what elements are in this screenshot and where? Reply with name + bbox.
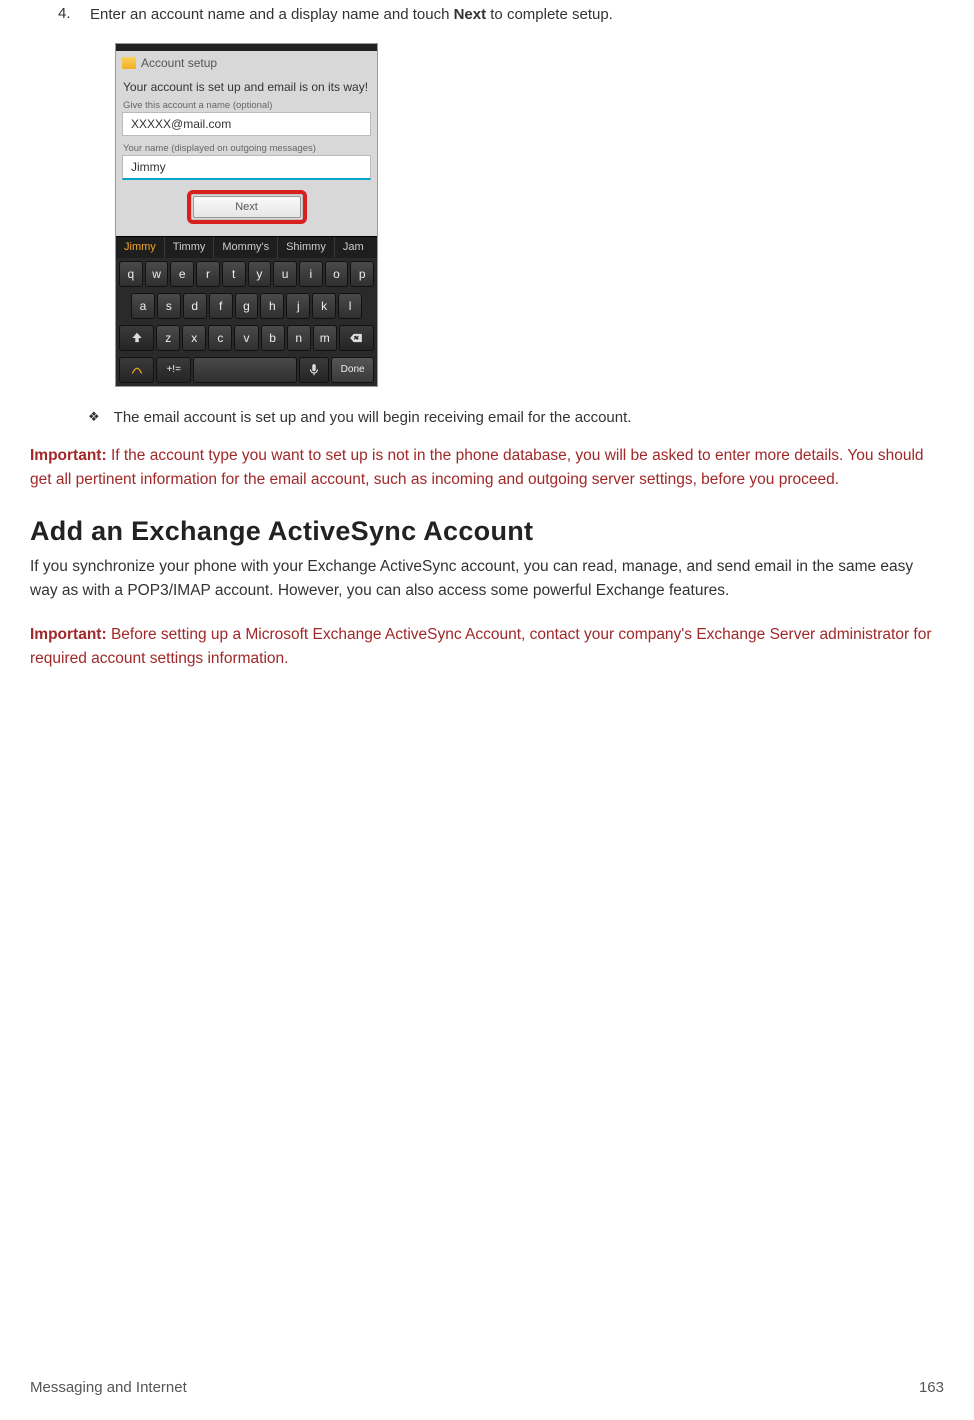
key[interactable]: z — [156, 325, 180, 351]
suggestion-bar: Jimmy Timmy Mommy's Shimmy Jam — [116, 236, 377, 258]
important-note-1: Important: If the account type you want … — [30, 444, 944, 492]
shift-key[interactable] — [119, 325, 154, 351]
display-name-input[interactable]: Jimmy — [122, 155, 371, 180]
page-footer: Messaging and Internet 163 — [30, 1379, 944, 1396]
key[interactable]: c — [208, 325, 232, 351]
key[interactable]: u — [273, 261, 297, 287]
page-number: 163 — [919, 1379, 944, 1396]
next-button[interactable]: Next — [193, 196, 301, 218]
bullet-item: ❖ The email account is set up and you wi… — [88, 409, 944, 426]
swype-key[interactable] — [119, 357, 154, 383]
phone-screenshot: Account setup Your account is set up and… — [115, 43, 378, 387]
key[interactable]: o — [325, 261, 349, 287]
footer-section: Messaging and Internet — [30, 1379, 187, 1396]
status-bar — [116, 44, 377, 51]
key[interactable]: r — [196, 261, 220, 287]
window-title: Account setup — [141, 56, 217, 70]
bullet-text: The email account is set up and you will… — [114, 409, 632, 426]
section-heading: Add an Exchange ActiveSync Account — [30, 516, 944, 547]
key[interactable]: w — [145, 261, 169, 287]
account-name-input[interactable]: XXXXX@mail.com — [122, 112, 371, 136]
key[interactable]: i — [299, 261, 323, 287]
window-title-bar: Account setup — [116, 51, 377, 75]
setup-message: Your account is set up and email is on i… — [116, 75, 377, 97]
shift-icon — [130, 331, 144, 345]
key[interactable]: b — [261, 325, 285, 351]
done-key[interactable]: Done — [331, 357, 374, 383]
section-paragraph: If you synchronize your phone with your … — [30, 555, 944, 603]
key[interactable]: y — [248, 261, 272, 287]
key[interactable]: q — [119, 261, 143, 287]
suggestion[interactable]: Shimmy — [278, 237, 335, 258]
key[interactable]: p — [350, 261, 374, 287]
account-name-label: Give this account a name (optional) — [116, 97, 377, 112]
key[interactable]: g — [235, 293, 259, 319]
key[interactable]: t — [222, 261, 246, 287]
key[interactable]: l — [338, 293, 362, 319]
key[interactable]: m — [313, 325, 337, 351]
key[interactable]: f — [209, 293, 233, 319]
key[interactable]: v — [234, 325, 258, 351]
step-4: 4. Enter an account name and a display n… — [58, 5, 944, 25]
key[interactable]: k — [312, 293, 336, 319]
key[interactable]: j — [286, 293, 310, 319]
suggestion[interactable]: Jam — [335, 237, 372, 258]
step-text: Enter an account name and a display name… — [90, 5, 613, 25]
suggestion[interactable]: Timmy — [165, 237, 215, 258]
key[interactable]: a — [131, 293, 155, 319]
important-note-2: Important: Before setting up a Microsoft… — [30, 623, 944, 671]
key[interactable]: e — [170, 261, 194, 287]
mic-icon — [307, 363, 321, 377]
swype-icon — [130, 363, 144, 377]
keyboard: Jimmy Timmy Mommy's Shimmy Jam q w e r t… — [116, 236, 377, 386]
display-name-label: Your name (displayed on outgoing message… — [116, 140, 377, 155]
key[interactable]: s — [157, 293, 181, 319]
suggestion[interactable]: Mommy's — [214, 237, 278, 258]
space-key[interactable] — [193, 357, 297, 383]
key[interactable]: n — [287, 325, 311, 351]
key[interactable]: x — [182, 325, 206, 351]
key[interactable]: d — [183, 293, 207, 319]
key[interactable]: h — [260, 293, 284, 319]
backspace-icon — [349, 331, 363, 345]
suggestion[interactable]: Jimmy — [116, 237, 165, 258]
bullet-symbol: ❖ — [88, 409, 100, 426]
mail-icon — [122, 57, 136, 69]
backspace-key[interactable] — [339, 325, 374, 351]
symbols-key[interactable]: +!= — [156, 357, 191, 383]
mic-key[interactable] — [299, 357, 329, 383]
step-number: 4. — [58, 5, 76, 25]
next-button-highlight: Next — [187, 190, 307, 224]
